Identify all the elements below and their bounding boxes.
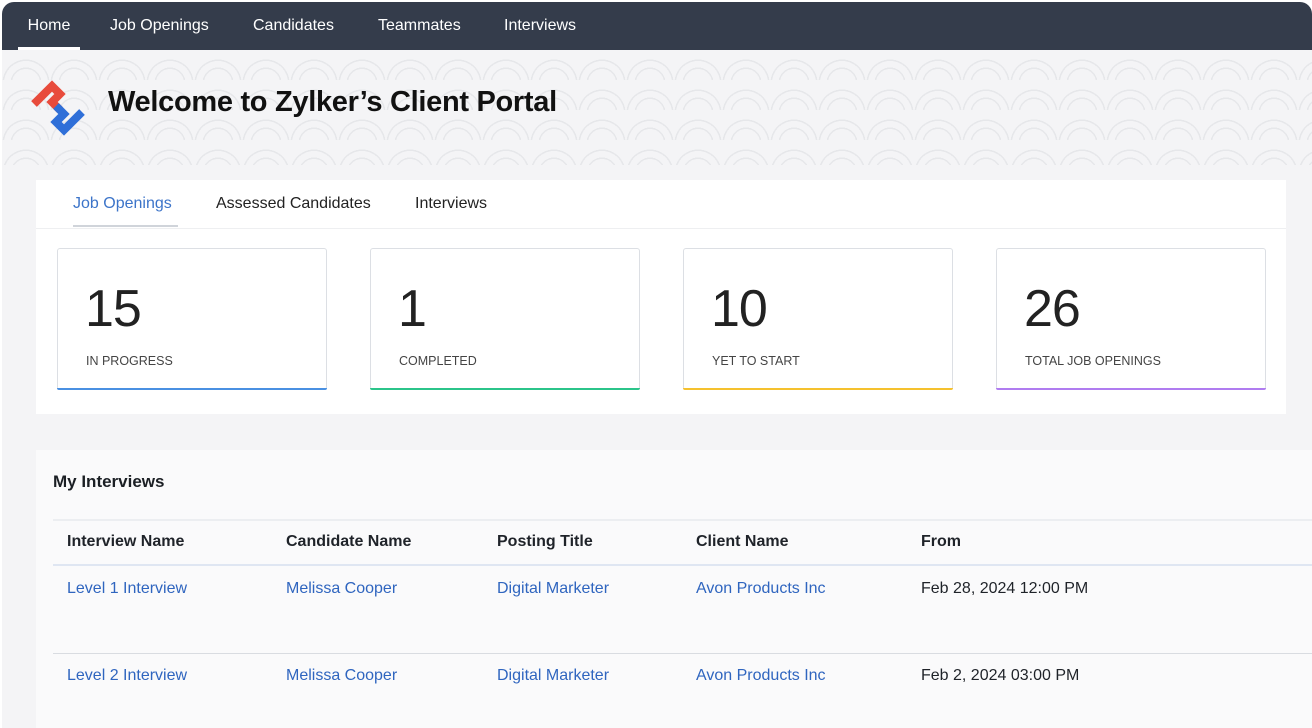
section-title: My Interviews	[53, 472, 165, 491]
stat-card-completed[interactable]: 1 COMPLETED	[370, 248, 640, 390]
stat-accent-bar	[370, 388, 640, 390]
stat-accent-bar	[996, 388, 1266, 390]
client-name-link[interactable]: Avon Products Inc	[696, 580, 826, 598]
stat-value: 10	[711, 280, 768, 338]
interview-name-link[interactable]: Level 1 Interview	[67, 580, 187, 598]
stat-label: YET TO START	[712, 354, 800, 368]
interview-from-date: Feb 2, 2024 03:00 PM	[921, 667, 1080, 684]
stat-card-yet-to-start[interactable]: 10 YET TO START	[683, 248, 953, 390]
top-navigation: Home Job Openings Candidates Teammates I…	[2, 2, 1312, 50]
tab-job-openings[interactable]: Job Openings	[73, 195, 172, 213]
column-header-candidate-name[interactable]: Candidate Name	[286, 533, 411, 551]
posting-title-link[interactable]: Digital Marketer	[497, 580, 609, 598]
tab-bar: Job Openings Assessed Candidates Intervi…	[36, 180, 1286, 229]
nav-item-job-openings[interactable]: Job Openings	[110, 2, 209, 50]
stat-value: 1	[398, 280, 427, 338]
stat-label: TOTAL JOB OPENINGS	[1025, 354, 1161, 368]
posting-title-link[interactable]: Digital Marketer	[497, 667, 609, 685]
column-header-posting-title[interactable]: Posting Title	[497, 533, 593, 551]
tab-interviews[interactable]: Interviews	[415, 195, 487, 213]
interview-from-date: Feb 28, 2024 12:00 PM	[921, 580, 1089, 597]
column-header-client-name[interactable]: Client Name	[696, 533, 788, 551]
page-title: Welcome to Zylker’s Client Portal	[108, 86, 557, 118]
stat-card-total-job-openings[interactable]: 26 TOTAL JOB OPENINGS	[996, 248, 1266, 390]
stat-accent-bar	[683, 388, 953, 390]
tab-assessed-candidates[interactable]: Assessed Candidates	[216, 195, 371, 213]
stat-card-in-progress[interactable]: 15 IN PROGRESS	[57, 248, 327, 390]
stat-accent-bar	[57, 388, 327, 390]
stat-value: 15	[85, 280, 142, 338]
zylker-logo-icon	[31, 80, 85, 136]
app-frame: Home Job Openings Candidates Teammates I…	[2, 2, 1312, 728]
nav-item-home[interactable]: Home	[18, 2, 80, 50]
client-name-link[interactable]: Avon Products Inc	[696, 667, 826, 685]
candidate-name-link[interactable]: Melissa Cooper	[286, 580, 397, 598]
active-tab-indicator	[73, 225, 178, 227]
stat-label: COMPLETED	[399, 354, 477, 368]
column-header-interview-name[interactable]: Interview Name	[67, 533, 184, 551]
header-divider	[53, 564, 1312, 566]
row-divider	[53, 653, 1312, 654]
column-header-from[interactable]: From	[921, 533, 961, 551]
nav-item-candidates[interactable]: Candidates	[253, 2, 334, 50]
candidate-name-link[interactable]: Melissa Cooper	[286, 667, 397, 685]
job-openings-panel: Job Openings Assessed Candidates Intervi…	[36, 180, 1286, 414]
stat-value: 26	[1024, 280, 1081, 338]
nav-item-teammates[interactable]: Teammates	[378, 2, 461, 50]
my-interviews-section: My Interviews Interview Name Candidate N…	[36, 450, 1312, 728]
interview-name-link[interactable]: Level 2 Interview	[67, 667, 187, 685]
nav-item-interviews[interactable]: Interviews	[504, 2, 576, 50]
divider	[53, 519, 1312, 521]
stat-label: IN PROGRESS	[86, 354, 173, 368]
